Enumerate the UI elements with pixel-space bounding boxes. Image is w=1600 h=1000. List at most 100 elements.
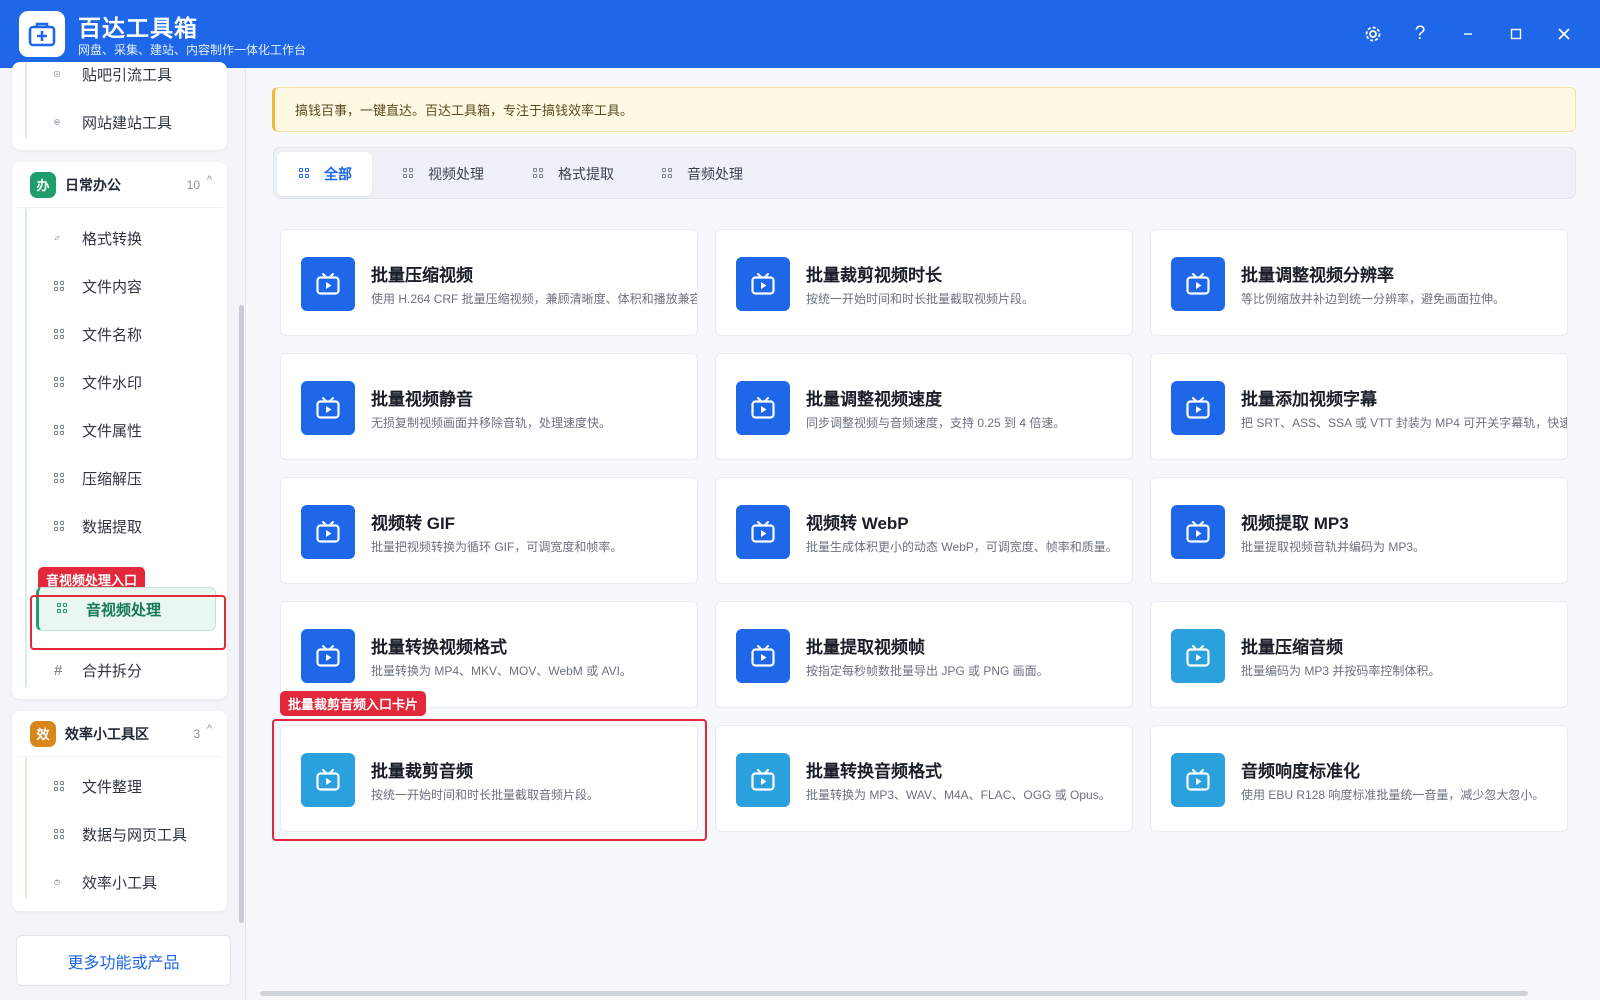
tool-card[interactable]: 批量调整视频速度 同步调整视频与音频速度，支持 0.25 到 4 倍速。: [715, 353, 1133, 460]
sidebar-item-efficiency-tools[interactable]: 效率小工具: [30, 862, 157, 902]
tool-card-description: 等比例缩放并补边到统一分辨率，避免画面拉伸。: [1241, 292, 1506, 306]
tool-card-description: 使用 H.264 CRF 批量压缩视频，兼顾清晰度、体积和播放兼容性。: [371, 292, 698, 306]
sidebar-item-label: 贴吧引流工具: [82, 66, 173, 84]
annotation-tag-audio-trim: 批量裁剪音频入口卡片: [280, 691, 427, 716]
sidebar-item-data-web-tools[interactable]: 数据与网页工具: [30, 814, 187, 854]
tool-card-description: 批量转换为 MP3、WAV、M4A、FLAC、OGG 或 Opus。: [806, 788, 1111, 802]
sidebar-item-label: 数据提取: [82, 518, 143, 536]
globe-icon: [30, 116, 60, 128]
swap-icon: [30, 232, 60, 244]
tree-line: [25, 62, 27, 138]
tool-card[interactable]: 视频提取 MP3 批量提取视频音轨并编码为 MP3。: [1150, 477, 1568, 584]
group-header-efficiency[interactable]: 效 效率小工具区 3 ^: [17, 711, 222, 757]
sidebar-item-file-name[interactable]: 文件名称: [30, 314, 142, 354]
tree-line: [25, 209, 27, 687]
tool-card[interactable]: 批量视频静音 无损复制视频画面并移除音轨，处理速度快。: [280, 353, 698, 460]
tool-card-title: 视频转 GIF: [371, 514, 456, 533]
grid-icon: [533, 166, 544, 182]
sidebar-item-label: 文件整理: [82, 778, 143, 796]
sidebar-item-label: 格式转换: [82, 230, 143, 248]
tool-card-description: 批量生成体积更小的动态 WebP，可调宽度、帧率和质量。: [806, 540, 1118, 554]
tab-label: 音频处理: [687, 166, 743, 182]
tool-card[interactable]: 批量压缩视频 使用 H.264 CRF 批量压缩视频，兼顾清晰度、体积和播放兼容性…: [280, 229, 698, 336]
sidebar-item-label: 网站建站工具: [82, 114, 173, 132]
video-play-icon: [301, 257, 355, 311]
tool-card-description: 按统一开始时间和时长批量截取视频片段。: [806, 292, 1035, 306]
minimize-icon[interactable]: [1452, 18, 1484, 50]
grid-icon: [30, 280, 64, 292]
tree-line: [25, 758, 27, 898]
video-play-icon: [1171, 753, 1225, 807]
title-bar: 百达工具箱 网盘、采集、建站、内容制作一体化工作台 ?: [0, 0, 1600, 68]
tool-card[interactable]: 批量裁剪视频时长 按统一开始时间和时长批量截取视频片段。: [715, 229, 1133, 336]
video-play-icon: [736, 381, 790, 435]
sidebar-item-file-content[interactable]: 文件内容: [30, 266, 142, 306]
tab-label: 格式提取: [558, 166, 614, 182]
app-title: 百达工具箱: [78, 15, 198, 41]
sidebar-item-file-attributes[interactable]: 文件属性: [30, 410, 142, 450]
horizontal-scrollbar[interactable]: [260, 991, 1528, 996]
sidebar-item-label: 文件名称: [82, 326, 143, 344]
video-play-icon: [736, 257, 790, 311]
sidebar-item-file-watermark[interactable]: 文件水印: [30, 362, 142, 402]
tool-card-title: 批量调整视频分辨率: [1241, 266, 1394, 285]
video-play-icon: [301, 505, 355, 559]
sidebar-item-tieba[interactable]: 贴吧引流工具: [30, 54, 172, 94]
sidebar-item-data-extract[interactable]: 数据提取: [30, 506, 142, 546]
tool-card-description: 把 SRT、ASS、SSA 或 VTT 封装为 MP4 可开关字幕轨，快速且不重: [1241, 416, 1568, 430]
video-play-icon: [1171, 257, 1225, 311]
sidebar-item-label: 文件内容: [82, 278, 143, 296]
tool-card[interactable]: 批量调整视频分辨率等比例缩放并补边到统一分辨率，避免画面拉伸。: [1150, 229, 1568, 336]
close-icon[interactable]: [1548, 18, 1580, 50]
tool-card-description: 按指定每秒帧数批量导出 JPG 或 PNG 画面。: [806, 664, 1049, 678]
more-products-button[interactable]: 更多功能或产品: [16, 935, 231, 986]
grid-icon: [30, 828, 64, 840]
tab-video[interactable]: 视频处理: [381, 152, 504, 196]
sidebar-item-file-organize[interactable]: 文件整理: [30, 766, 142, 806]
group-header-office[interactable]: 办 日常办公 10 ^: [17, 162, 222, 208]
maximize-icon[interactable]: [1500, 18, 1532, 50]
chevron-up-icon[interactable]: ^: [207, 723, 212, 735]
tool-card[interactable]: 批量转换音频格式 批量转换为 MP3、WAV、M4A、FLAC、OGG 或 Opu…: [715, 725, 1133, 832]
group-badge: 办: [30, 171, 56, 198]
tool-card-title: 批量转换视频格式: [371, 638, 507, 657]
tool-card-description: 批量编码为 MP3 并按码率控制体积。: [1241, 664, 1441, 678]
sidebar-item-compress[interactable]: 压缩解压: [30, 458, 142, 498]
sidebar-item-merge-split[interactable]: # 合并拆分: [30, 650, 142, 690]
video-play-icon: [1171, 381, 1225, 435]
sidebar-item-label: 合并拆分: [82, 662, 143, 680]
tool-card-description: 使用 EBU R128 响度标准批量统一音量，减少忽大忽小。: [1241, 788, 1545, 802]
sidebar-item-label: 效率小工具: [82, 874, 158, 892]
video-play-icon: [301, 381, 355, 435]
tab-audio[interactable]: 音频处理: [640, 152, 763, 196]
tool-card-description: 批量转换为 MP4、MKV、MOV、WebM 或 AVI。: [371, 664, 632, 678]
tool-card-title: 批量添加视频字幕: [1241, 390, 1377, 409]
group-badge: 效: [30, 720, 56, 747]
sidebar-item-format-convert[interactable]: 格式转换: [30, 218, 142, 258]
group-name: 日常办公: [65, 176, 121, 193]
tool-card[interactable]: 批量压缩音频 批量编码为 MP3 并按码率控制体积。: [1150, 601, 1568, 708]
tab-format-extract[interactable]: 格式提取: [511, 152, 634, 196]
tool-card[interactable]: 音频响度标准化 使用 EBU R128 响度标准批量统一音量，减少忽大忽小。: [1150, 725, 1568, 832]
sidebar-scrollbar[interactable]: [239, 305, 244, 923]
tool-card[interactable]: 批量添加视频字幕把 SRT、ASS、SSA 或 VTT 封装为 MP4 可开关字…: [1150, 353, 1568, 460]
settings-icon[interactable]: [1357, 18, 1389, 50]
grid-icon: [30, 328, 64, 340]
help-icon[interactable]: ?: [1404, 18, 1436, 50]
grid-icon: [299, 166, 310, 182]
highlight-box-av-entry: [30, 595, 226, 650]
tab-label: 全部: [324, 166, 352, 182]
video-play-icon: [736, 753, 790, 807]
tool-card[interactable]: 批量提取视频帧 按指定每秒帧数批量导出 JPG 或 PNG 画面。: [715, 601, 1133, 708]
highlight-box-audio-trim: [272, 719, 707, 841]
grid-icon: [30, 780, 64, 792]
tool-card[interactable]: 视频转 GIF 批量把视频转换为循环 GIF，可调宽度和帧率。: [280, 477, 698, 584]
tab-all[interactable]: 全部: [277, 152, 372, 196]
sidebar-item-website[interactable]: 网站建站工具: [30, 102, 172, 142]
video-play-icon: [736, 629, 790, 683]
sidebar-item-label: 压缩解压: [82, 470, 143, 488]
tool-card[interactable]: 视频转 WebP 批量生成体积更小的动态 WebP，可调宽度、帧率和质量。: [715, 477, 1133, 584]
chevron-up-icon[interactable]: ^: [207, 174, 212, 186]
video-play-icon: [736, 505, 790, 559]
tool-card-description: 批量提取视频音轨并编码为 MP3。: [1241, 540, 1426, 554]
